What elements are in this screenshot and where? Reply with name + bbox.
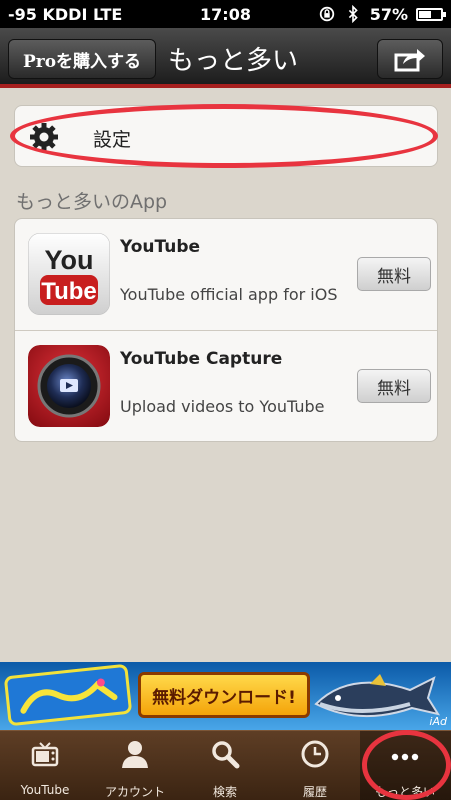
clock-icon <box>301 740 329 768</box>
svg-text:You: You <box>45 245 94 275</box>
bluetooth-icon <box>348 5 358 23</box>
navigation-bar: Proを購入する もっと多い <box>0 28 451 88</box>
free-download-button[interactable]: 無料 <box>357 257 431 291</box>
tab-label: 履歴 <box>302 785 327 799</box>
settings-row[interactable]: 設定 <box>14 105 438 167</box>
more-icon <box>391 753 419 761</box>
app-row-youtube[interactable]: You Tube YouTube YouTube official app fo… <box>15 219 437 331</box>
free-download-button[interactable]: 無料 <box>357 369 431 403</box>
settings-label: 設定 <box>93 129 132 151</box>
tab-label: YouTube <box>20 783 70 797</box>
carrier-label: -95 KDDI LTE <box>8 4 123 24</box>
battery-percent: 57% <box>369 4 408 24</box>
person-icon <box>122 741 148 768</box>
tab-label: アカウント <box>104 785 165 799</box>
more-apps-section-title: もっと多いのApp <box>16 191 168 213</box>
search-icon <box>212 741 240 769</box>
tab-bar: YouTube アカウント 検索 履歴 もっと多い <box>0 730 451 800</box>
status-right: 57% <box>318 4 446 24</box>
tab-history[interactable]: 履歴 <box>270 731 360 800</box>
share-button[interactable] <box>377 39 443 79</box>
tab-label: もっと多い <box>374 785 435 799</box>
app-description: YouTube official app for iOS <box>120 285 338 304</box>
youtube-icon: You Tube <box>28 233 110 315</box>
svg-text:Tube: Tube <box>41 278 97 305</box>
youtube-capture-icon <box>28 345 110 427</box>
app-name: YouTube <box>120 237 201 257</box>
ad-logo-art <box>20 678 118 714</box>
page-title: もっと多い <box>168 46 299 76</box>
battery-icon <box>416 7 446 21</box>
tab-account[interactable]: アカウント <box>90 731 180 800</box>
tab-label: 検索 <box>212 785 237 799</box>
gear-icon <box>30 123 58 151</box>
buy-pro-button[interactable]: Proを購入する <box>8 39 156 79</box>
app-row-youtube-capture[interactable]: YouTube Capture Upload videos to YouTube… <box>15 331 437 441</box>
tab-more[interactable]: もっと多い <box>360 731 451 800</box>
status-bar: -95 KDDI LTE 17:08 57% <box>0 0 451 28</box>
tv-icon <box>31 742 59 767</box>
app-name: YouTube Capture <box>120 349 283 369</box>
share-icon <box>394 49 425 72</box>
tab-youtube[interactable]: YouTube <box>0 731 90 800</box>
ad-game-logo <box>3 663 133 727</box>
tab-search[interactable]: 検索 <box>180 731 270 800</box>
rotation-lock-icon <box>319 6 334 22</box>
ad-download-button[interactable]: 無料ダウンロード! <box>138 672 310 718</box>
battery-fill <box>419 10 431 18</box>
iad-label: iAd <box>429 715 447 728</box>
ad-banner[interactable]: 無料ダウンロード! iAd <box>0 662 451 730</box>
more-apps-list: You Tube YouTube YouTube official app fo… <box>14 218 438 442</box>
app-description: Upload videos to YouTube <box>120 397 325 416</box>
